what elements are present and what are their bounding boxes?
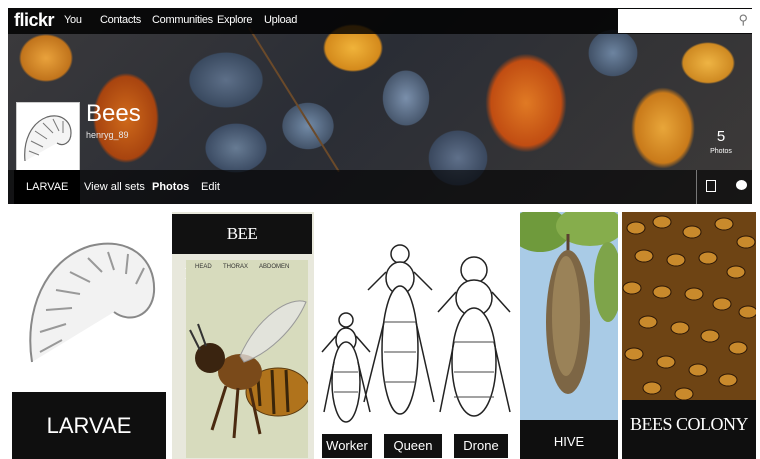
set-cover-header: flickr You Contacts Communities Explore … bbox=[8, 8, 752, 204]
comment-icon[interactable] bbox=[736, 180, 747, 190]
castes-drawing bbox=[321, 244, 511, 423]
bee-illustration bbox=[189, 300, 308, 439]
divider bbox=[696, 170, 697, 204]
search-icon[interactable]: ⚲ bbox=[738, 12, 748, 28]
flickr-logo[interactable]: flickr bbox=[14, 10, 55, 31]
photo-tile-bee-morphology[interactable]: BEE MORPHOLOGY HEAD THORAX ABDOMEN bbox=[172, 212, 314, 459]
caste-drone-label: Drone bbox=[454, 434, 508, 458]
hive-caption: HIVE bbox=[520, 420, 618, 459]
larva-thumbnail-image bbox=[24, 115, 72, 162]
set-subnavigation: LARVAE View all sets Photos Edit bbox=[8, 170, 752, 204]
view-all-sets-link[interactable]: View all sets bbox=[84, 181, 145, 193]
slideshow-icon[interactable] bbox=[706, 180, 716, 192]
morphology-title: BEE MORPHOLOGY bbox=[172, 214, 312, 283]
search-input[interactable]: ⚲ bbox=[618, 9, 752, 33]
caste-worker-label: Worker bbox=[322, 434, 372, 458]
nav-contacts[interactable]: Contacts bbox=[100, 14, 141, 26]
caste-queen-label: Queen bbox=[384, 434, 442, 458]
top-navigation-bar: flickr You Contacts Communities Explore … bbox=[8, 8, 752, 34]
twig-decoration bbox=[248, 26, 340, 173]
nav-you[interactable]: You bbox=[64, 14, 82, 26]
nav-upload[interactable]: Upload bbox=[264, 14, 297, 26]
larva-drawing bbox=[29, 242, 156, 363]
tab-photos[interactable]: Photos bbox=[152, 181, 189, 193]
larvae-caption: LARVAE bbox=[12, 392, 166, 459]
set-thumbnail[interactable] bbox=[16, 102, 80, 174]
photo-count-label: Photos bbox=[710, 148, 732, 155]
photo-tile-bees-colony[interactable]: BEES COLONY bbox=[622, 212, 756, 459]
hive-photo bbox=[520, 212, 618, 420]
colony-photo bbox=[622, 212, 756, 401]
tab-current-set[interactable]: LARVAE bbox=[14, 170, 80, 204]
photo-tile-castes[interactable]: Worker Queen Drone bbox=[318, 212, 516, 459]
photo-tile-hive[interactable]: HIVE bbox=[520, 212, 618, 459]
tab-current-set-label: LARVAE bbox=[26, 181, 69, 193]
set-owner-link[interactable]: henryg_89 bbox=[86, 130, 129, 140]
edit-link[interactable]: Edit bbox=[201, 181, 220, 193]
set-title: Bees bbox=[86, 100, 141, 127]
colony-caption: BEES COLONY bbox=[622, 400, 756, 459]
morphology-diagram: HEAD THORAX ABDOMEN bbox=[186, 260, 308, 458]
photo-tile-larvae[interactable]: LARVAE bbox=[10, 212, 166, 459]
nav-explore[interactable]: Explore bbox=[217, 14, 253, 26]
nav-communities[interactable]: Communities bbox=[152, 14, 213, 26]
photo-count: 5 bbox=[716, 128, 726, 145]
